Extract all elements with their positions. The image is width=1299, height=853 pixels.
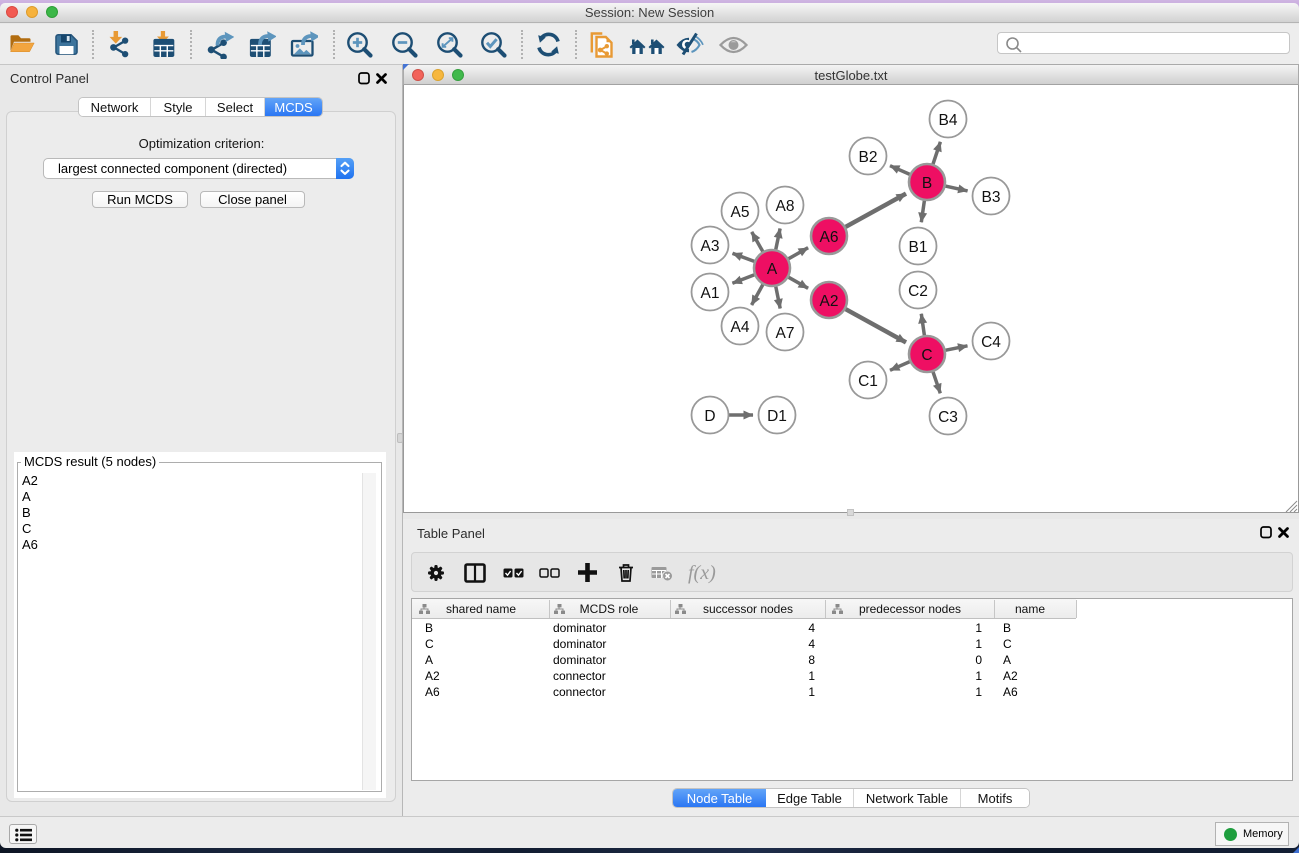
svg-text:C: C <box>921 347 932 364</box>
svg-text:C3: C3 <box>938 409 958 426</box>
svg-text:C2: C2 <box>908 283 928 300</box>
svg-text:D1: D1 <box>767 408 787 425</box>
svg-text:A6: A6 <box>820 229 839 246</box>
svg-text:A3: A3 <box>701 238 720 255</box>
svg-text:B2: B2 <box>859 149 878 166</box>
svg-text:B: B <box>922 175 932 192</box>
svg-text:A: A <box>767 261 778 278</box>
svg-text:C4: C4 <box>981 334 1001 351</box>
svg-text:A2: A2 <box>820 293 839 310</box>
svg-text:A4: A4 <box>731 319 750 336</box>
svg-text:C1: C1 <box>858 373 878 390</box>
svg-text:A5: A5 <box>731 204 750 221</box>
svg-text:A8: A8 <box>776 198 795 215</box>
svg-text:B3: B3 <box>982 189 1001 206</box>
svg-text:B4: B4 <box>939 112 958 129</box>
svg-text:B1: B1 <box>909 239 928 256</box>
svg-text:A1: A1 <box>701 285 720 302</box>
svg-text:D: D <box>704 408 715 425</box>
svg-text:A7: A7 <box>776 325 795 342</box>
